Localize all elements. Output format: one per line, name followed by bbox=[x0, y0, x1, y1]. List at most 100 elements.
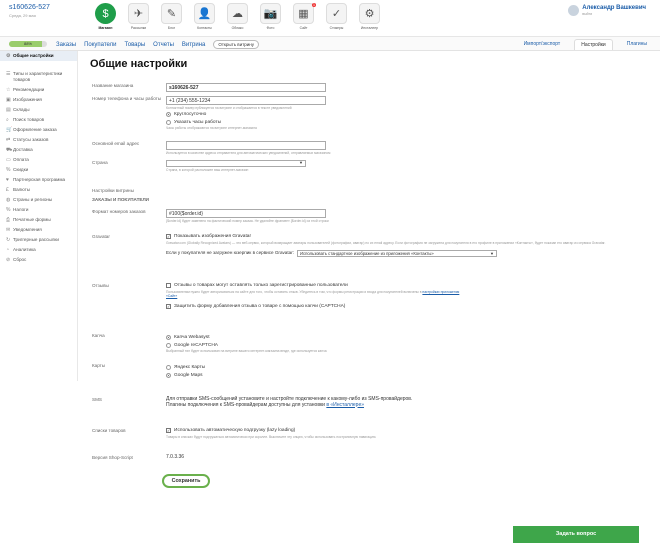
installer-link[interactable]: в «Инсталлере» bbox=[326, 402, 364, 408]
app-store[interactable]: $ Магазин bbox=[89, 3, 122, 35]
sidebar-item-discount[interactable]: % Скидки bbox=[0, 165, 77, 175]
user-menu[interactable]: Александр Вашкевич выйти bbox=[568, 5, 646, 16]
app-bar: $ Магазин ✈ Рассылки ✎ Блог 👤 Контакты ☁ Облако 📷 Ф… bbox=[89, 3, 386, 35]
sidebar-item-card[interactable]: ▭ Оплата bbox=[0, 155, 77, 165]
captcha-option-recaptcha[interactable]: Google reCAPTCHA bbox=[166, 343, 646, 349]
version-label: Версия Shop-Script bbox=[92, 455, 133, 460]
country-select[interactable]: ▼ bbox=[166, 160, 306, 167]
nav-customers[interactable]: Покупатели bbox=[84, 42, 116, 48]
sidebar-item-workflow[interactable]: ⇄ Статусы заказов bbox=[0, 135, 77, 145]
app-site[interactable]: ▦ Сайт 1 bbox=[287, 3, 320, 35]
save-button[interactable]: Сохранить bbox=[162, 474, 210, 488]
sidebar-item-notification[interactable]: ✉ Уведомления bbox=[0, 225, 77, 235]
radio-selected-icon[interactable] bbox=[166, 112, 171, 118]
checkbox-checked-icon[interactable]: ✓ bbox=[166, 303, 171, 309]
sidebar-item-trigger[interactable]: ↻ Триггерные рассылки bbox=[0, 235, 77, 245]
progress-label: 88% bbox=[23, 41, 32, 46]
radio-icon[interactable] bbox=[166, 119, 171, 125]
site-icon[interactable]: ▦ bbox=[293, 3, 314, 24]
avatar[interactable] bbox=[568, 5, 580, 16]
app-cloud[interactable]: ☁ Облако bbox=[221, 3, 254, 35]
radio-icon[interactable] bbox=[166, 365, 171, 371]
nav-import-export[interactable]: Импорт/экспорт bbox=[518, 39, 567, 50]
reviews-captcha-checkbox[interactable]: ✓ Защитить форму добавления отзыва о това… bbox=[166, 304, 646, 310]
nav-orders[interactable]: Заказы bbox=[56, 42, 76, 48]
ask-question-button[interactable]: Задать вопрос bbox=[513, 526, 639, 543]
sidebar-item-warehouse[interactable]: ▤ Склады bbox=[0, 105, 77, 115]
sidebar-item-list[interactable]: ☰ Типы и характеристики товаров bbox=[0, 69, 77, 85]
checkbox-checked-icon[interactable]: ✓ bbox=[166, 428, 171, 434]
user-name[interactable]: Александр Вашкевич bbox=[582, 5, 646, 11]
sidebar-item-currency[interactable]: £ Валюты bbox=[0, 185, 77, 195]
app-contacts[interactable]: 👤 Контакты bbox=[188, 3, 221, 35]
lazy-loading-checkbox[interactable]: ✓ Использовать автоматическую подгрузку (… bbox=[166, 428, 646, 434]
nav-products[interactable]: Товары bbox=[125, 42, 146, 48]
gravatar-hint: Gravatar.com (Globally Recognized Avatar… bbox=[166, 240, 606, 245]
sidebar-item-label: Печатные формы bbox=[13, 217, 51, 222]
secondary-nav: Импорт/экспорт Настройки Плагины bbox=[510, 39, 653, 50]
captcha-option-webasyst[interactable]: Капча Webasyst bbox=[166, 335, 646, 341]
email-label: Основной email адрес bbox=[92, 141, 140, 146]
search-icon: ⌕ bbox=[6, 117, 9, 123]
sidebar-item-print[interactable]: ⎙ Печатные формы bbox=[0, 215, 77, 225]
settings-sidebar: ⚙ Общие настройки ☰ Типы и характеристики т… bbox=[0, 51, 78, 381]
logout-link[interactable]: выйти bbox=[582, 12, 646, 16]
account-id[interactable]: s160626-527 bbox=[9, 4, 50, 11]
sidebar-item-settings[interactable]: ⚙ Общие настройки bbox=[0, 51, 77, 61]
photo-icon[interactable]: 📷 bbox=[260, 3, 281, 24]
sidebar-item-star[interactable]: ☆ Рекомендации bbox=[0, 85, 77, 95]
truck-icon: ⛟ bbox=[6, 147, 13, 153]
sidebar-item-search[interactable]: ⌕ Поиск товаров bbox=[0, 115, 77, 125]
maps-option-yandex[interactable]: Яндекс Карты bbox=[166, 365, 646, 371]
trigger-icon: ↻ bbox=[6, 237, 11, 243]
open-storefront-button[interactable]: Открыть витрину bbox=[213, 40, 260, 49]
sidebar-item-label: Поиск товаров bbox=[13, 117, 45, 122]
app-installer[interactable]: ⚙ Инсталлер bbox=[353, 3, 386, 35]
shop-name-input[interactable]: s160626-527 bbox=[166, 83, 326, 92]
email-input[interactable] bbox=[166, 141, 326, 150]
app-blog[interactable]: ✎ Блог bbox=[155, 3, 188, 35]
stickers-icon[interactable]: ✓ bbox=[326, 3, 347, 24]
sidebar-item-affiliate[interactable]: ♥ Партнерская программа bbox=[0, 175, 77, 185]
sidebar-item-globe[interactable]: ◍ Страны и регионы bbox=[0, 195, 77, 205]
nav-settings[interactable]: Настройки bbox=[574, 39, 613, 50]
radio-selected-icon[interactable] bbox=[166, 335, 171, 341]
storefront-settings-link[interactable]: Настройки витрины bbox=[92, 188, 134, 193]
sidebar-item-analytics[interactable]: ◔ Аналитика bbox=[0, 245, 77, 255]
hours-option-custom[interactable]: Указать часы работы bbox=[166, 120, 646, 126]
orders-section-heading: ЗАКАЗЫ И ПОКУПАТЕЛИ bbox=[92, 197, 149, 202]
store-icon[interactable]: $ bbox=[95, 3, 116, 24]
app-label: Сайт bbox=[299, 26, 308, 30]
radio-icon[interactable] bbox=[166, 342, 171, 348]
cloud-icon[interactable]: ☁ bbox=[227, 3, 248, 24]
gravatar-fallback-value: Использовать стандартное изображение из … bbox=[300, 250, 434, 256]
phone-input[interactable]: +1 (234) 555-1234 bbox=[166, 96, 326, 105]
contacts-icon[interactable]: 👤 bbox=[194, 3, 215, 24]
sidebar-item-truck[interactable]: ⛟ Доставка bbox=[0, 145, 77, 155]
order-format-input[interactable]: #100{$order.id} bbox=[166, 209, 326, 218]
sidebar-item-image[interactable]: ▣ Изображения bbox=[0, 95, 77, 105]
nav-plugins[interactable]: Плагины bbox=[621, 39, 653, 50]
checkbox-checked-icon[interactable]: ✓ bbox=[166, 234, 171, 240]
app-photo[interactable]: 📷 Фото bbox=[254, 3, 287, 35]
nav-storefront[interactable]: Витрина bbox=[182, 42, 205, 48]
captcha-label: Капча bbox=[92, 333, 105, 338]
checkbox-icon[interactable] bbox=[166, 283, 171, 289]
maps-option-google[interactable]: Google Maps bbox=[166, 373, 646, 379]
nav-reports[interactable]: Отчеты bbox=[153, 42, 174, 48]
blog-icon[interactable]: ✎ bbox=[161, 3, 182, 24]
sidebar-item-cart[interactable]: 🛒 Оформление заказа bbox=[0, 125, 77, 135]
mailer-icon[interactable]: ✈ bbox=[128, 3, 149, 24]
app-stickers[interactable]: ✓ Стикеры bbox=[320, 3, 353, 35]
hours-option-24h[interactable]: Круглосуточно bbox=[166, 112, 646, 118]
setup-progress-bar[interactable]: 88% bbox=[9, 41, 47, 47]
gravatar-checkbox[interactable]: ✓ Показывать изображения Gravatar bbox=[166, 234, 646, 240]
app-mailer[interactable]: ✈ Рассылки bbox=[122, 3, 155, 35]
sidebar-item-reset[interactable]: ⊘ Сброс bbox=[0, 255, 77, 265]
gravatar-fallback-select[interactable]: Использовать стандартное изображение из … bbox=[297, 249, 497, 257]
installer-icon[interactable]: ⚙ bbox=[359, 3, 380, 24]
maps-option-yandex-label: Яндекс Карты bbox=[174, 365, 206, 370]
reviews-registered-checkbox[interactable]: Отзывы о товарах могут оставлять только … bbox=[166, 283, 646, 289]
radio-selected-icon[interactable] bbox=[166, 372, 171, 378]
sidebar-item-tax[interactable]: % Налоги bbox=[0, 205, 77, 215]
